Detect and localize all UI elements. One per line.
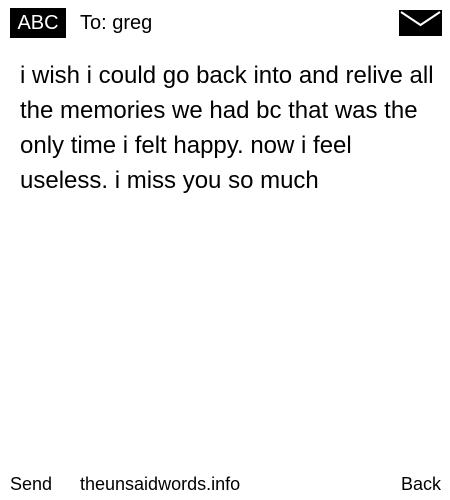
back-button[interactable]: Back — [401, 470, 441, 498]
site-label: theunsaidwords.info — [80, 474, 241, 494]
input-mode-badge[interactable]: ABC — [10, 8, 66, 38]
recipient-field[interactable]: To: greg — [80, 8, 152, 38]
send-button[interactable]: Send — [10, 470, 52, 498]
message-header: ABC To: greg — [0, 0, 450, 44]
message-footer: Send theunsaidwords.info Back — [0, 470, 450, 498]
message-body[interactable]: i wish i could go back into and relive a… — [20, 58, 435, 198]
envelope-icon — [399, 10, 442, 36]
